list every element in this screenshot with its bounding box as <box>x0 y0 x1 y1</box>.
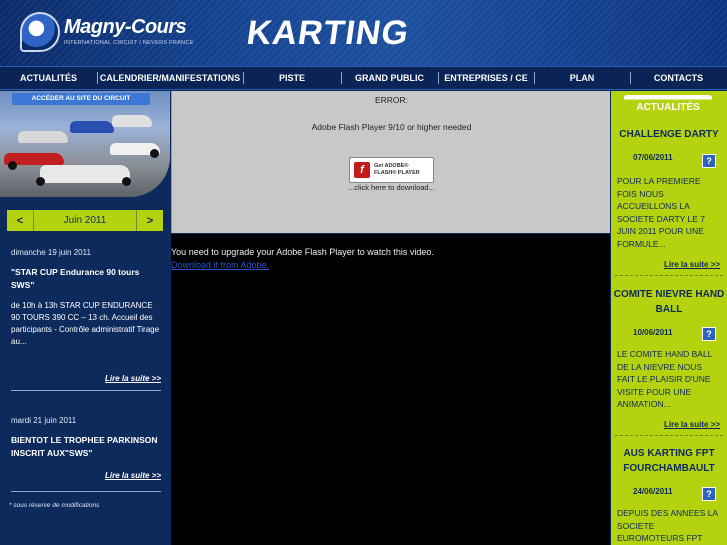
divider <box>615 275 723 276</box>
circuit-promo-banner[interactable]: ACCÉDER AU SITE DU CIRCUIT <box>0 91 170 197</box>
page: Magny-Cours INTERNATIONAL CIRCUIT / NEVE… <box>0 0 727 545</box>
news-text: POUR LA PREMIERE FOIS NOUS ACCUEILLONS L… <box>617 176 706 249</box>
prev-month-button[interactable]: < <box>7 215 33 227</box>
news-item: CHALLENGE DARTY 07/06/2011 ? POUR LA PRE… <box>611 127 727 276</box>
event-item: mardi 21 juin 2011 BIENTOT LE TROPHEE PA… <box>11 416 161 492</box>
logo-text: Magny-Cours <box>64 16 187 38</box>
news-tab[interactable]: ACTUALITÉS <box>624 95 712 119</box>
race-car-image <box>112 115 152 127</box>
nav-calendrier[interactable]: CALENDRIER/MANIFESTATIONS <box>97 67 243 89</box>
flash-download-link[interactable]: ...click here to download... <box>172 183 611 192</box>
info-icon[interactable]: ? <box>702 327 716 341</box>
get-flash-player-button[interactable]: f Get ADOBE® FLASH® PLAYER <box>349 157 434 183</box>
news-sidebar: ACTUALITÉS CHALLENGE DARTY 07/06/2011 ? … <box>611 91 727 545</box>
event-read-more-link[interactable]: Lire la suite >> <box>105 374 161 383</box>
nav-contacts[interactable]: CONTACTS <box>630 67 727 89</box>
nav-piste[interactable]: PISTE <box>243 67 341 89</box>
event-read-more-link[interactable]: Lire la suite >> <box>105 471 161 480</box>
wheel-shape <box>150 149 159 158</box>
news-text: LE COMITE HAND BALL DE LA NIEVRE NOUS FA… <box>617 349 713 409</box>
news-read-more-link[interactable]: Lire la suite >> <box>664 420 720 429</box>
info-icon[interactable]: ? <box>702 154 716 168</box>
divider <box>11 491 161 492</box>
nav-actualites[interactable]: ACTUALITÉS <box>0 67 97 89</box>
error-message: Adobe Flash Player 9/10 or higher needed <box>311 122 472 132</box>
news-text: DEPUIS DES ANNEES LA SOCIETE EUROMOTEURS… <box>617 508 718 543</box>
wheel-shape <box>36 177 45 186</box>
next-month-button[interactable]: > <box>137 215 163 227</box>
nav-grand-public[interactable]: GRAND PUBLIC <box>341 67 438 89</box>
event-title[interactable]: BIENTOT LE TROPHEE PARKINSON INSCRIT AUX… <box>11 434 161 460</box>
news-read-more-link[interactable]: Lire la suite >> <box>664 260 720 269</box>
adobe-download-link[interactable]: Download it from Adobe. <box>171 260 269 270</box>
flash-button-line1: Get ADOBE® <box>374 163 409 169</box>
event-date: mardi 21 juin 2011 <box>11 416 77 425</box>
news-date: 10/06/2011 <box>633 328 673 337</box>
event-item: dimanche 19 juin 2011 "STAR CUP Enduranc… <box>11 248 161 391</box>
footnote: * sous réserve de modifications <box>9 502 100 509</box>
logo-subtitle: INTERNATIONAL CIRCUIT / NEVERS FRANCE <box>64 40 194 46</box>
news-title[interactable]: COMITE NIEVRE HAND BALL <box>611 287 727 317</box>
race-car-image <box>40 165 130 183</box>
month-navigator: < Juin 2011 > <box>7 210 163 231</box>
event-title[interactable]: "STAR CUP Endurance 90 tours SWS" <box>11 266 161 292</box>
circuit-emblem-icon <box>20 12 60 52</box>
news-item: AUS KARTING FPT FOURCHAMBAULT 24/06/2011… <box>611 446 727 543</box>
flash-error-panel: ERROR: Adobe Flash Player 9/10 or higher… <box>171 91 610 233</box>
divider <box>615 435 723 436</box>
magny-cours-logo[interactable]: Magny-Cours INTERNATIONAL CIRCUIT / NEVE… <box>20 12 205 54</box>
calendar-sidebar: ACCÉDER AU SITE DU CIRCUIT < Juin 2011 >… <box>0 91 170 545</box>
news-tab-label: ACTUALITÉS <box>636 102 700 113</box>
divider <box>11 390 161 391</box>
main-nav: ACTUALITÉS CALENDRIER/MANIFESTATIONS PIS… <box>0 66 727 90</box>
event-description: de 10h à 13h STAR CUP ENDURANCE 90 TOURS… <box>11 301 160 346</box>
race-car-image <box>70 121 114 133</box>
event-date: dimanche 19 juin 2011 <box>11 248 91 257</box>
divider <box>33 210 34 231</box>
error-title: ERROR: <box>374 95 409 105</box>
news-date: 07/06/2011 <box>633 153 673 162</box>
news-title[interactable]: CHALLENGE DARTY <box>611 127 727 142</box>
info-icon[interactable]: ? <box>702 487 716 501</box>
wheel-shape <box>122 177 131 186</box>
wheel-shape <box>8 161 17 170</box>
flash-button-label: Get ADOBE® FLASH® PLAYER <box>374 163 420 177</box>
upgrade-message: You need to upgrade your Adobe Flash Pla… <box>171 247 434 257</box>
race-car-image <box>18 131 68 143</box>
header-banner: Magny-Cours INTERNATIONAL CIRCUIT / NEVE… <box>0 0 727 66</box>
nav-plan[interactable]: PLAN <box>534 67 630 89</box>
divider <box>136 210 137 231</box>
flash-icon: f <box>354 162 370 178</box>
page-title: KARTING <box>244 14 412 52</box>
news-title[interactable]: AUS KARTING FPT FOURCHAMBAULT <box>611 446 727 476</box>
circuit-site-button[interactable]: ACCÉDER AU SITE DU CIRCUIT <box>12 93 150 105</box>
month-label: Juin 2011 <box>63 215 107 226</box>
video-area: You need to upgrade your Adobe Flash Pla… <box>171 234 610 545</box>
nav-entreprises[interactable]: ENTREPRISES / CE <box>438 67 534 89</box>
news-item: COMITE NIEVRE HAND BALL 10/06/2011 ? LE … <box>611 287 727 436</box>
news-date: 24/06/2011 <box>633 487 673 496</box>
flash-button-line2: FLASH® PLAYER <box>374 170 420 176</box>
